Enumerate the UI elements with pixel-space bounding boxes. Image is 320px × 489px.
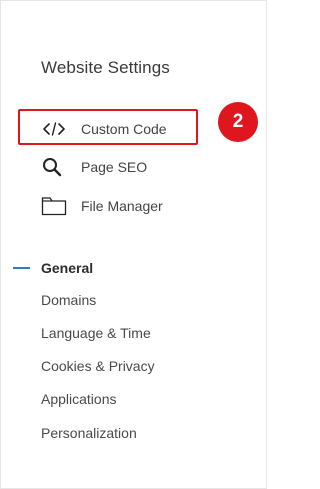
step-badge: 2 <box>218 102 258 142</box>
menu-item-label: Page SEO <box>81 159 148 175</box>
menu-item-file-manager[interactable]: File Manager <box>41 192 163 220</box>
code-icon <box>41 115 69 143</box>
nav-applications[interactable]: Applications <box>41 391 117 407</box>
nav-personalization[interactable]: Personalization <box>41 425 137 441</box>
active-indicator <box>13 267 30 269</box>
nav-language-time[interactable]: Language & Time <box>41 325 151 341</box>
website-settings-panel: Website Settings 2 Custom Code Page SEO <box>0 0 267 489</box>
search-icon <box>41 153 69 181</box>
nav-cookies-privacy[interactable]: Cookies & Privacy <box>41 358 155 374</box>
nav-general[interactable]: General <box>41 260 93 276</box>
menu-item-label: Custom Code <box>81 121 167 137</box>
nav-domains[interactable]: Domains <box>41 292 96 308</box>
panel-title: Website Settings <box>41 58 170 77</box>
folder-icon <box>41 192 69 220</box>
menu-item-custom-code[interactable]: Custom Code <box>41 115 167 143</box>
menu-item-label: File Manager <box>81 198 163 214</box>
menu-item-page-seo[interactable]: Page SEO <box>41 153 147 181</box>
